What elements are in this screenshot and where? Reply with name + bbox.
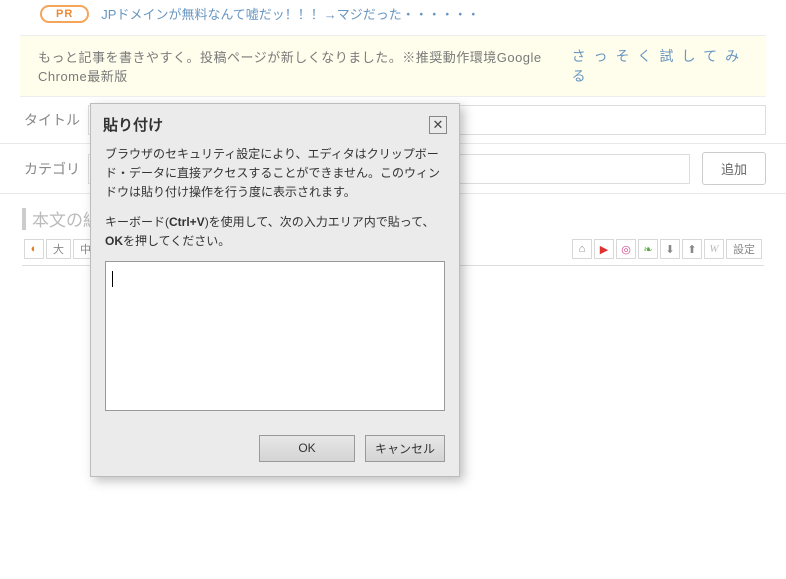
close-icon[interactable]: ✕ (429, 116, 447, 134)
settings-button[interactable]: 設定 (726, 239, 762, 259)
title-label: タイトル (20, 110, 80, 130)
tool-icon[interactable]: ◐ (24, 239, 44, 259)
dialog-text-2: キーボード(Ctrl+V)を使用して、次の入力エリア内で貼って、OKを押してくだ… (105, 213, 445, 251)
dialog-title: 貼り付け (103, 114, 163, 135)
dialog-text-1: ブラウザのセキュリティ設定により、エディタはクリップボード・データに直接アクセス… (105, 145, 445, 203)
download-icon[interactable]: ⬇ (660, 239, 680, 259)
top-promo-link[interactable]: JPドメインが無料なんて嘘だッ！！！→マジだった・・・・・・ (101, 4, 480, 23)
tv-icon[interactable]: ⌂ (572, 239, 592, 259)
add-button[interactable]: 追加 (702, 152, 766, 185)
category-label: カテゴリ (20, 159, 80, 179)
youtube-icon[interactable]: ▶ (594, 239, 614, 259)
pr-badge: PR (40, 5, 89, 23)
w-icon[interactable]: W (704, 239, 724, 259)
upload-icon[interactable]: ⬆ (682, 239, 702, 259)
cancel-button[interactable]: キャンセル (365, 435, 445, 462)
notice-bar: もっと記事を書きやすく。投稿ページが新しくなりました。※推奨動作環境Google… (20, 35, 766, 97)
notice-message: もっと記事を書きやすく。投稿ページが新しくなりました。※推奨動作環境Google… (38, 47, 572, 85)
paste-dialog: 貼り付け ✕ ブラウザのセキュリティ設定により、エディタはクリップボード・データ… (90, 103, 460, 477)
tool-large[interactable]: 大 (46, 239, 71, 259)
instagram-icon[interactable]: ◎ (616, 239, 636, 259)
paste-textarea[interactable] (105, 261, 445, 411)
evernote-icon[interactable]: ❧ (638, 239, 658, 259)
section-bar-icon (22, 208, 26, 230)
notice-try-link[interactable]: さっそく試してみる (572, 46, 748, 86)
ok-button[interactable]: OK (259, 435, 355, 462)
